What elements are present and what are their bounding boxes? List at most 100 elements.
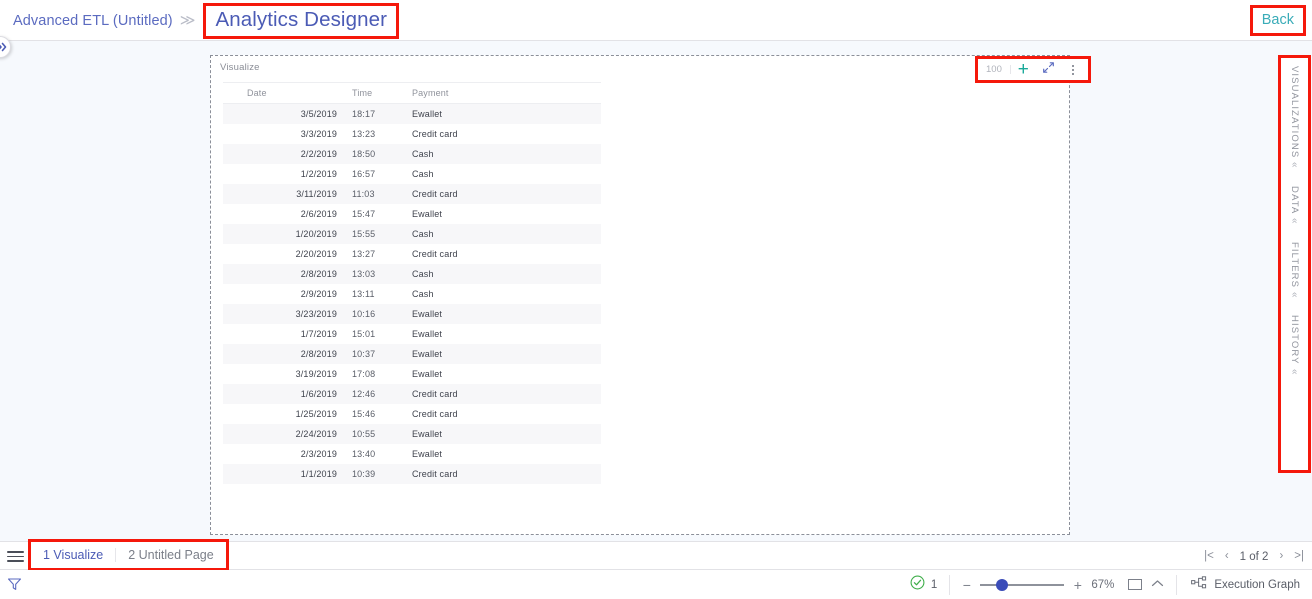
cell-payment: Cash [412, 289, 434, 299]
execution-graph-label: Execution Graph [1214, 578, 1300, 591]
cell-time: 13:11 [352, 289, 375, 299]
zoom-in-button[interactable]: + [1073, 578, 1082, 592]
cell-date: 2/20/2019 [295, 249, 337, 259]
page-title: Analytics Designer [215, 7, 388, 31]
cell-time: 15:01 [352, 329, 376, 339]
panel-section-filters[interactable]: FILTERS « [1289, 242, 1300, 298]
panel-label-history: HISTORY [1289, 315, 1300, 365]
fit-to-screen-icon[interactable] [1128, 579, 1143, 590]
breadcrumb: Advanced ETL (Untitled) ≫ Analytics Desi… [13, 0, 400, 41]
table-row[interactable]: 1/6/2019 12:46 Credit card [223, 384, 601, 404]
widget-more-menu-button[interactable] [1061, 59, 1086, 80]
cell-date: 3/3/2019 [300, 129, 337, 139]
table-row[interactable]: 2/8/2019 10:37 Ewallet [223, 344, 601, 364]
table-row[interactable]: 2/6/2019 15:47 Ewallet [223, 204, 601, 224]
cell-time: 18:50 [352, 149, 376, 159]
zoom-slider-thumb[interactable] [996, 578, 1009, 591]
cell-payment: Ewallet [412, 429, 443, 439]
panel-section-data[interactable]: DATA « [1289, 186, 1300, 224]
cell-time: 15:46 [352, 409, 376, 419]
cell-time: 15:47 [352, 209, 376, 219]
cell-time: 10:55 [352, 429, 376, 439]
cell-date: 1/7/2019 [300, 329, 337, 339]
analytics-designer-app: Advanced ETL (Untitled) ≫ Analytics Desi… [0, 0, 1312, 599]
table-row[interactable]: 3/19/2019 17:08 Ewallet [223, 364, 601, 384]
first-page-icon[interactable]: |< [1204, 550, 1214, 563]
back-button-highlight: Back [1249, 5, 1306, 36]
back-button[interactable]: Back [1262, 12, 1294, 28]
cell-date: 1/6/2019 [300, 389, 337, 399]
cell-time: 13:03 [352, 269, 376, 279]
cell-date: 3/5/2019 [300, 109, 337, 119]
zoom-out-button[interactable]: − [962, 578, 971, 592]
status-bar: 1 − + 67% Execution Graph [0, 570, 1312, 599]
table-row[interactable]: 1/1/2019 10:39 Credit card [223, 464, 601, 484]
page-tab-bar: 1 Visualize 2 Untitled Page |< ‹ 1 of 2 … [0, 539, 1312, 571]
cell-date: 2/9/2019 [300, 289, 337, 299]
cell-payment: Ewallet [412, 349, 443, 359]
table-row[interactable]: 1/2/2019 16:57 Cash [223, 164, 601, 184]
cell-time: 10:39 [352, 469, 376, 479]
cell-time: 15:55 [352, 229, 376, 239]
table-row[interactable]: 3/11/2019 11:03 Credit card [223, 184, 601, 204]
pagination-controls: |< ‹ 1 of 2 › >| [1204, 542, 1304, 571]
cell-date: 2/8/2019 [300, 269, 337, 279]
execution-graph-button[interactable]: Execution Graph [1176, 574, 1312, 595]
table-row[interactable]: 2/9/2019 13:11 Cash [223, 284, 601, 304]
panel-label-data: DATA [1289, 185, 1300, 215]
cell-payment: Ewallet [412, 369, 443, 379]
zoom-percent-label: 67% [1091, 578, 1115, 591]
cell-payment: Ewallet [412, 209, 443, 219]
column-header-time[interactable]: Time [345, 82, 405, 104]
table-row[interactable]: 3/3/2019 13:23 Credit card [223, 124, 601, 144]
column-header-payment[interactable]: Payment [405, 82, 601, 104]
cell-time: 11:03 [352, 189, 375, 199]
panel-section-visualizations[interactable]: VISUALIZATIONS « [1289, 66, 1300, 168]
table-row[interactable]: 3/5/2019 18:17 Ewallet [223, 103, 601, 124]
cell-date: 2/24/2019 [295, 429, 337, 439]
table-header: Date Time Payment [223, 82, 601, 104]
add-widget-button[interactable]: + [1011, 59, 1036, 80]
table-row[interactable]: 1/25/2019 15:46 Credit card [223, 404, 601, 424]
chevron-up-icon[interactable] [1151, 579, 1164, 591]
cell-payment: Cash [412, 149, 434, 159]
chevron-double-right-icon: ≫ [179, 12, 196, 29]
table-row[interactable]: 2/20/2019 13:27 Credit card [223, 244, 601, 264]
cell-payment: Ewallet [412, 449, 443, 459]
breadcrumb-item-advanced-etl[interactable]: Advanced ETL (Untitled) [13, 13, 173, 29]
cell-time: 18:17 [352, 109, 376, 119]
table-row[interactable]: 2/8/2019 13:03 Cash [223, 264, 601, 284]
filter-funnel-icon[interactable] [7, 577, 22, 596]
prev-page-icon[interactable]: ‹ [1225, 550, 1229, 563]
visualize-data-table[interactable]: Date Time Payment 3/5/2019 18:17 Ewallet 3/… [223, 82, 601, 484]
table-row[interactable]: 1/20/2019 15:55 Cash [223, 224, 601, 244]
column-header-date[interactable]: Date [223, 82, 345, 104]
table-header-row: Date Time Payment [223, 82, 601, 104]
report-canvas[interactable]: Visualize 100 + Date Time Payment 3/5/20… [210, 55, 1091, 535]
table-row[interactable]: 2/3/2019 13:40 Ewallet [223, 444, 601, 464]
cell-time: 10:16 [352, 309, 376, 319]
tab-visualize[interactable]: 1 Visualize [31, 542, 115, 568]
table-row[interactable]: 2/2/2019 18:50 Cash [223, 144, 601, 164]
expand-widget-button[interactable] [1036, 59, 1061, 80]
cell-date: 3/23/2019 [295, 309, 337, 319]
chevron-double-right-icon [0, 42, 8, 52]
status-indicator[interactable]: 1 [910, 575, 949, 595]
cell-payment: Credit card [412, 129, 458, 139]
table-row[interactable]: 2/24/2019 10:55 Ewallet [223, 424, 601, 444]
table-row[interactable]: 3/23/2019 10:16 Ewallet [223, 304, 601, 324]
cell-date: 3/19/2019 [295, 369, 337, 379]
cell-payment: Credit card [412, 389, 458, 399]
tab-untitled-page[interactable]: 2 Untitled Page [116, 542, 225, 568]
zoom-slider[interactable] [980, 578, 1065, 591]
table-row[interactable]: 1/7/2019 15:01 Ewallet [223, 324, 601, 344]
cell-payment: Cash [412, 229, 434, 239]
more-vertical-icon [1072, 64, 1075, 75]
panel-section-history[interactable]: HISTORY « [1289, 315, 1300, 374]
row-count-label: 100 [980, 65, 1011, 75]
hamburger-menu-icon[interactable] [7, 549, 24, 564]
cell-payment: Ewallet [412, 329, 443, 339]
status-count: 1 [930, 578, 938, 591]
last-page-icon[interactable]: >| [1294, 550, 1304, 563]
next-page-icon[interactable]: › [1279, 550, 1283, 563]
